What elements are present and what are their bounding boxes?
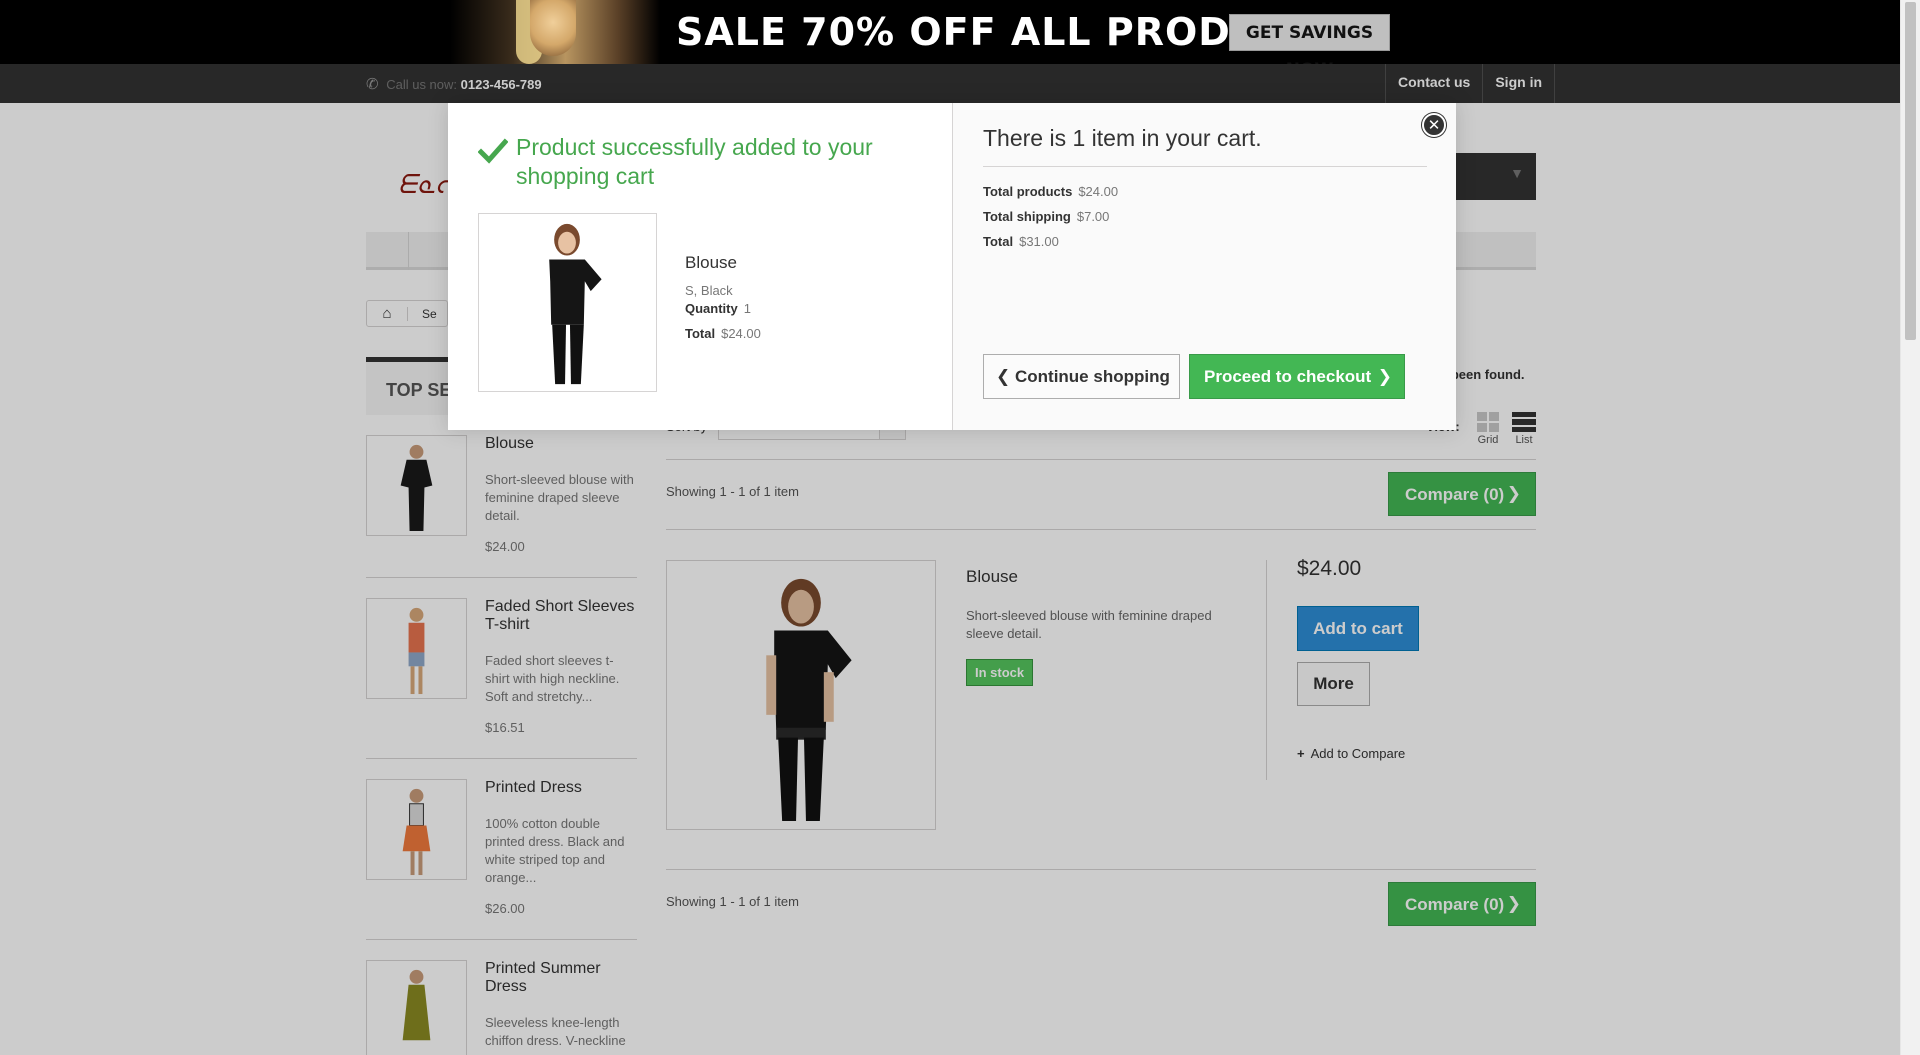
check-icon <box>478 138 508 164</box>
close-icon[interactable]: ✕ <box>1422 113 1446 137</box>
scrollbar-thumb[interactable] <box>1905 2 1916 340</box>
modal-product-image <box>478 213 657 392</box>
modal-quantity: Quantity 1 <box>685 301 751 316</box>
add-to-cart-modal: Product successfully added to your shopp… <box>448 103 1456 430</box>
proceed-to-checkout-button[interactable]: Proceed to checkout ❯ <box>1189 354 1405 399</box>
modal-product-name: Blouse <box>685 253 737 272</box>
chevron-left-icon: ❮ <box>996 367 1011 386</box>
modal-product-total: Total $24.00 <box>685 326 761 341</box>
total-shipping: Total shipping $7.00 <box>983 209 1110 224</box>
modal-product-attributes: S, Black <box>685 283 733 298</box>
banner-model-image <box>450 0 660 64</box>
promo-banner[interactable]: SALE 70% OFF ALL PRODUCTS GET SAVINGS NO… <box>0 0 1900 80</box>
cart-summary-heading: There is 1 item in your cart. <box>983 125 1427 167</box>
get-savings-button[interactable]: GET SAVINGS NOW <box>1229 14 1390 80</box>
page-scrollbar[interactable] <box>1900 0 1920 1055</box>
total-products: Total products $24.00 <box>983 184 1119 199</box>
success-message: Product successfully added to your shopp… <box>516 134 873 189</box>
chevron-right-icon: ❯ <box>1377 367 1392 386</box>
continue-shopping-button[interactable]: ❮ Continue shopping <box>983 354 1180 399</box>
grand-total: Total $31.00 <box>983 234 1059 249</box>
modal-cart-panel: There is 1 item in your cart. Total prod… <box>952 103 1456 430</box>
modal-product-panel: Product successfully added to your shopp… <box>448 103 952 430</box>
